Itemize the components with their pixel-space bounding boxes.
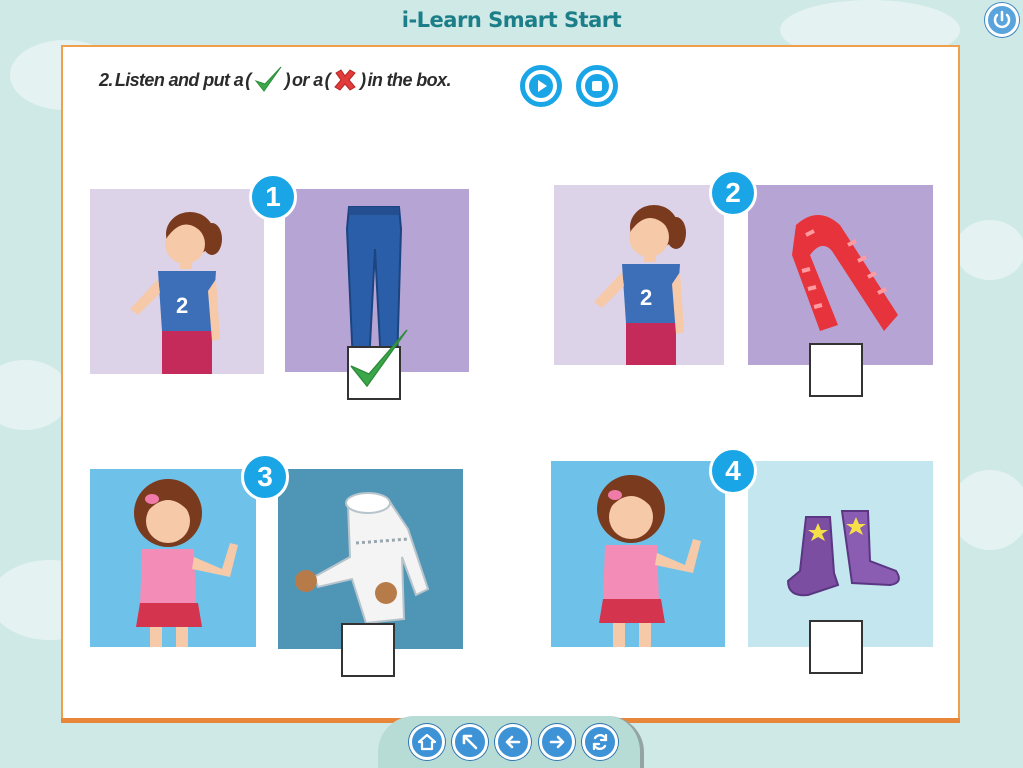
girl-picture: 2: [554, 185, 724, 365]
check-mark-icon: [254, 66, 282, 92]
item-number-badge: 1: [249, 173, 297, 221]
cross-mark-icon: [334, 69, 356, 91]
play-button[interactable]: [520, 65, 562, 107]
sweater-picture: [278, 469, 463, 649]
girl-picture: [551, 461, 725, 647]
answer-checkbox-1[interactable]: [347, 329, 408, 400]
refresh-icon: [592, 733, 608, 751]
check-mark-icon: [350, 329, 408, 388]
background-cloud: [0, 360, 70, 430]
instruction-part-1: Listen and put a: [114, 69, 244, 90]
stop-button[interactable]: [576, 65, 618, 107]
back-icon: [505, 735, 521, 749]
background-cloud: [950, 470, 1023, 550]
girl-picture: 2: [90, 189, 264, 374]
item-number-badge: 4: [709, 447, 757, 495]
exercise-panel: 2. Listen and put a ( ) or a ( ) in the …: [61, 45, 960, 722]
exercise-number: 2.: [99, 69, 113, 90]
home-icon: [417, 733, 437, 751]
instruction-part-2: or a: [292, 69, 323, 90]
home-button[interactable]: [409, 724, 445, 760]
background-cloud: [955, 220, 1023, 280]
answer-checkbox-3[interactable]: [341, 623, 395, 677]
item-number-badge: 3: [241, 453, 289, 501]
refresh-button[interactable]: [582, 724, 618, 760]
back-button[interactable]: [495, 724, 531, 760]
answer-checkbox-4[interactable]: [809, 620, 863, 674]
stop-icon: [592, 81, 602, 91]
answer-checkbox-2[interactable]: [809, 343, 863, 397]
svg-text:2: 2: [640, 285, 652, 310]
instruction-part-3: in the box.: [367, 69, 451, 90]
forward-icon: [549, 735, 565, 749]
scarf-picture: [748, 185, 933, 365]
power-icon: [993, 10, 1011, 29]
girl-picture: [90, 469, 256, 647]
svg-text:2: 2: [176, 293, 188, 318]
play-icon: [538, 80, 547, 92]
instruction-text: 2. Listen and put a ( ) or a ( ) in the …: [99, 65, 451, 95]
forward-button[interactable]: [539, 724, 575, 760]
expand-icon: [462, 734, 478, 750]
item-number-badge: 2: [709, 169, 757, 217]
power-button[interactable]: [985, 3, 1019, 37]
app-title: i-Learn Smart Start: [401, 8, 622, 32]
expand-button[interactable]: [452, 724, 488, 760]
